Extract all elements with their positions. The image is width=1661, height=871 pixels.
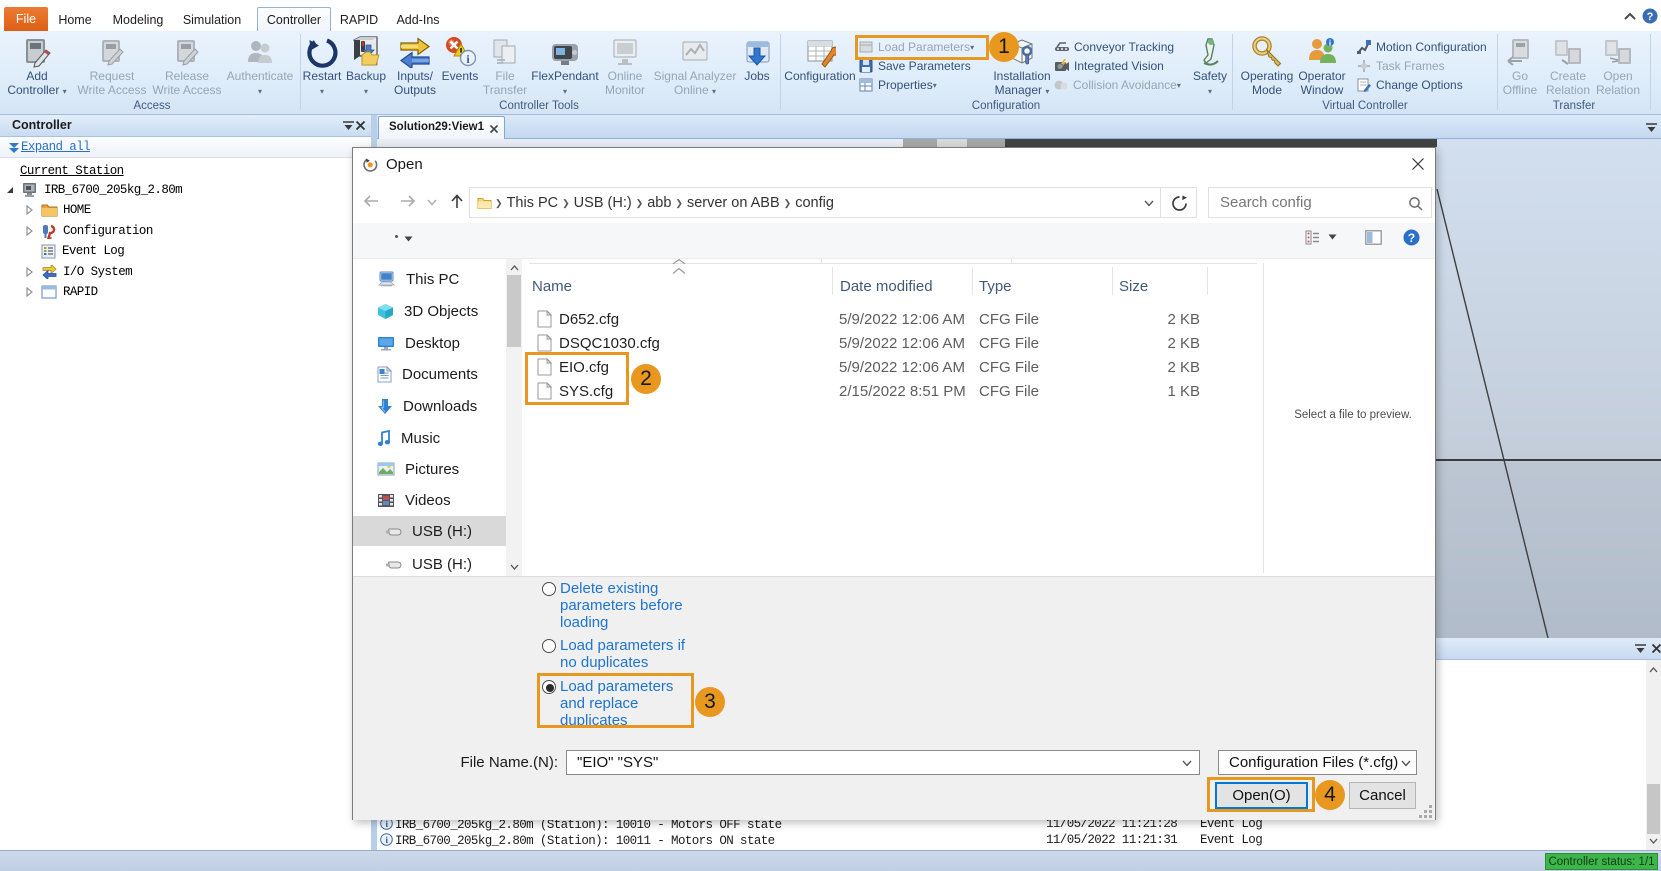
- svg-text:?: ?: [1647, 11, 1654, 23]
- svg-text:?: ?: [1408, 231, 1415, 245]
